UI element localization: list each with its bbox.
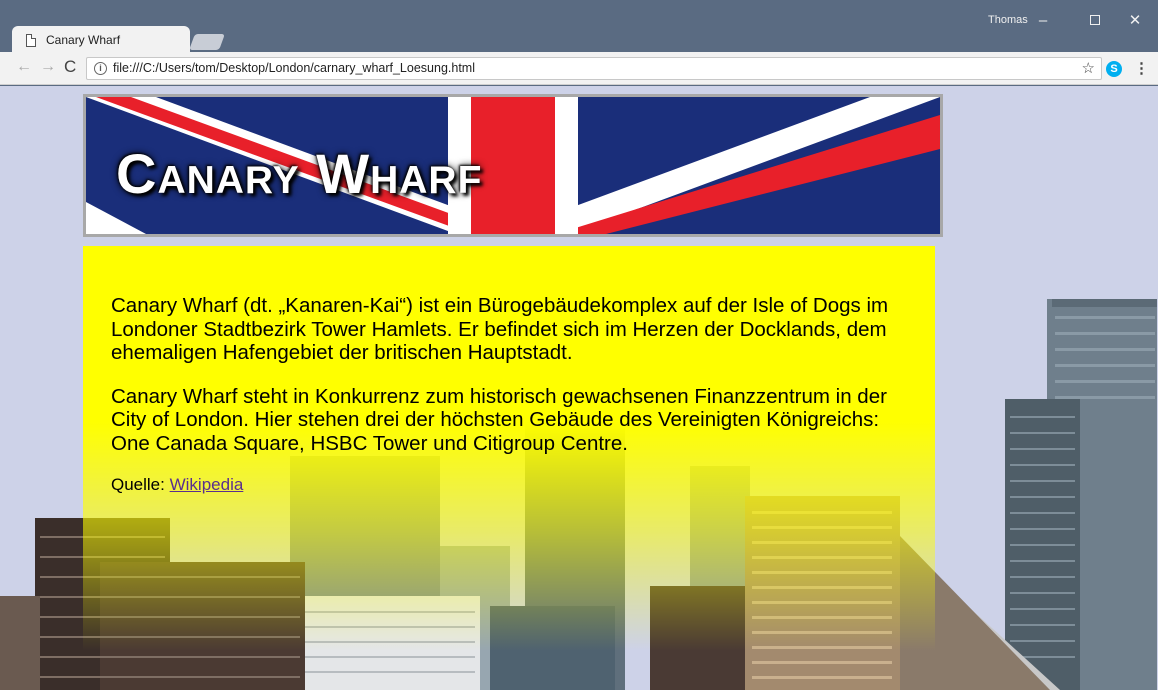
header-banner: Canary Wharf xyxy=(83,94,943,237)
article-content: Canary Wharf (dt. „Kanaren-Kai“) ist ein… xyxy=(83,246,935,686)
bookmark-star-icon[interactable]: ☆ xyxy=(1082,58,1095,79)
page-icon xyxy=(26,34,36,47)
address-bar[interactable]: i file:///C:/Users/tom/Desktop/London/ca… xyxy=(86,57,1102,80)
back-icon[interactable]: ← xyxy=(16,58,32,76)
wikipedia-link[interactable]: Wikipedia xyxy=(170,475,244,494)
source-label: Quelle: xyxy=(111,475,165,494)
browser-tab[interactable]: Canary Wharf xyxy=(12,26,190,54)
close-window-button[interactable]: ✕ xyxy=(1112,6,1158,36)
reload-icon[interactable]: C xyxy=(64,57,76,77)
page-viewport: Canary Wharf Canary Wharf (dt. „Kanaren-… xyxy=(0,86,1158,690)
url-text[interactable]: file:///C:/Users/tom/Desktop/London/carn… xyxy=(113,61,475,75)
minimize-button[interactable]: – xyxy=(1020,6,1066,36)
browser-menu-icon[interactable]: ⋮ xyxy=(1134,59,1149,77)
forward-icon[interactable]: → xyxy=(40,58,56,76)
new-tab-button[interactable] xyxy=(189,34,225,50)
window-titlebar: Canary Wharf Thomas – ✕ xyxy=(0,0,1158,54)
paragraph-competition: Canary Wharf steht in Konkurrenz zum his… xyxy=(111,384,887,455)
skype-extension-icon[interactable]: S xyxy=(1106,61,1122,77)
info-icon[interactable]: i xyxy=(94,62,107,75)
tab-title: Canary Wharf xyxy=(46,33,121,47)
browser-toolbar: ← → C i file:///C:/Users/tom/Desktop/Lon… xyxy=(0,52,1158,85)
paragraph-intro: Canary Wharf (dt. „Kanaren-Kai“) ist ein… xyxy=(111,294,889,364)
maximize-icon xyxy=(1090,15,1100,25)
source-line: Quelle: Wikipedia xyxy=(111,475,907,495)
banner-title: Canary Wharf xyxy=(116,142,483,205)
